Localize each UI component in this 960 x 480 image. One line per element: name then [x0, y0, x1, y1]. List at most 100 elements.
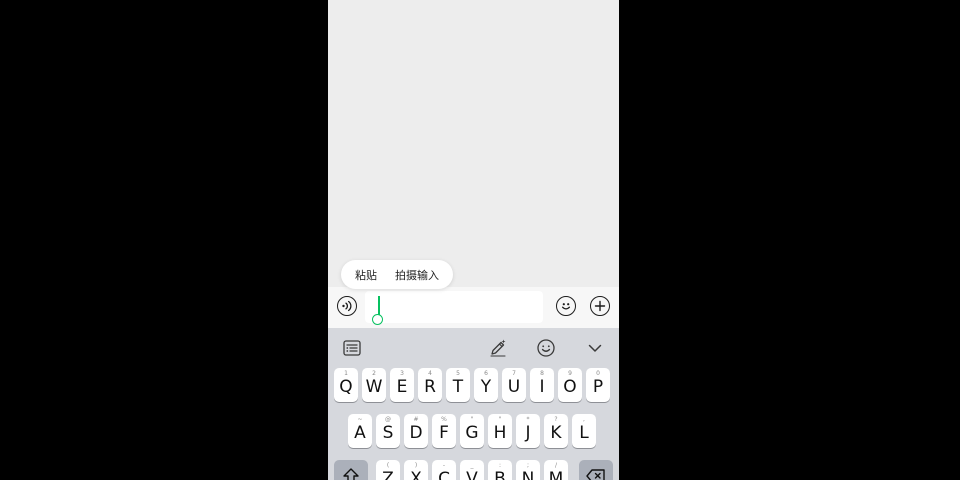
voice-button[interactable] — [337, 296, 357, 316]
key-hint: " — [470, 416, 474, 423]
key-v[interactable]: _ V — [460, 460, 484, 480]
key-d[interactable]: # D — [404, 414, 428, 448]
shift-key[interactable] — [334, 460, 368, 480]
key-letter: E — [396, 377, 408, 397]
backspace-icon — [586, 469, 605, 480]
key-k[interactable]: ? K — [544, 414, 568, 448]
text-cursor — [378, 296, 380, 316]
key-letter: T — [452, 377, 464, 397]
key-hint: - — [442, 462, 446, 469]
key-hint: _ — [470, 462, 474, 469]
key-letter: P — [592, 377, 604, 397]
key-letter: S — [382, 423, 394, 443]
key-hint: 6 — [484, 370, 488, 377]
chat-message-area[interactable] — [328, 0, 619, 287]
key-a[interactable]: ~ A — [348, 414, 372, 448]
key-letter: H — [493, 423, 507, 443]
keyboard-toolbar — [328, 328, 619, 366]
key-hint: 3 — [400, 370, 404, 377]
key-b[interactable]: :B — [488, 460, 512, 480]
key-hint: , — [583, 416, 585, 423]
key-hint: ? — [554, 416, 558, 423]
key-n[interactable]: ; N — [516, 460, 540, 480]
key-r[interactable]: 4R — [418, 368, 442, 402]
key-letter: Y — [480, 377, 492, 397]
key-o[interactable]: 9O — [558, 368, 582, 402]
key-t[interactable]: 5T — [446, 368, 470, 402]
collapse-chevron-icon[interactable] — [585, 338, 605, 358]
key-j[interactable]: * J — [516, 414, 540, 448]
key-row-2: ~ A @ S # D % F " G " H * J ? K ,L — [328, 414, 619, 450]
key-hint: : — [498, 462, 502, 469]
key-m[interactable]: / M — [544, 460, 568, 480]
key-hint: 0 — [596, 370, 600, 377]
key-row-1: 1Q 2W 3E 4R 5T 6Y 7U 8I 9O 0P — [328, 368, 619, 404]
key-letter: J — [525, 423, 531, 443]
key-q[interactable]: 1Q — [334, 368, 358, 402]
key-letter: W — [365, 377, 383, 397]
emoji-icon — [561, 303, 571, 310]
key-g[interactable]: " G — [460, 414, 484, 448]
key-hint: ( — [386, 462, 390, 469]
key-letter: X — [410, 469, 422, 480]
key-hint: / — [554, 462, 558, 469]
key-hint: % — [441, 416, 447, 423]
key-u[interactable]: 7U — [502, 368, 526, 402]
key-x[interactable]: ) X — [404, 460, 428, 480]
emoji-button[interactable] — [556, 296, 576, 316]
key-e[interactable]: 3E — [390, 368, 414, 402]
key-f[interactable]: % F — [432, 414, 456, 448]
handwriting-icon[interactable] — [488, 338, 508, 358]
key-p[interactable]: 0P — [586, 368, 610, 402]
key-letter: I — [539, 377, 545, 397]
key-letter: M — [548, 469, 564, 480]
key-letter: B — [494, 469, 506, 480]
key-hint: 2 — [372, 370, 376, 377]
backspace-key[interactable] — [579, 460, 613, 480]
key-w[interactable]: 2W — [362, 368, 386, 402]
key-h[interactable]: " H — [488, 414, 512, 448]
key-l[interactable]: ,L — [572, 414, 596, 448]
key-z[interactable]: (Z — [376, 460, 400, 480]
key-hint: * — [526, 416, 530, 423]
key-hint: 1 — [344, 370, 348, 377]
keyboard: 1Q 2W 3E 4R 5T 6Y 7U 8I 9O 0P ~ A @ S # D %… — [328, 328, 619, 480]
key-letter: N — [521, 469, 535, 480]
paste-menu-item[interactable]: 粘贴 — [355, 267, 377, 283]
key-letter: Q — [339, 377, 353, 397]
key-y[interactable]: 6Y — [474, 368, 498, 402]
key-letter: L — [579, 423, 589, 443]
key-hint: # — [413, 416, 419, 423]
key-letter: R — [424, 377, 436, 397]
key-letter: D — [409, 423, 423, 443]
key-hint: ~ — [357, 416, 363, 423]
key-row-3: (Z ) X -C _ V :B ; N / M — [328, 460, 619, 480]
key-c[interactable]: -C — [432, 460, 456, 480]
key-hint: " — [498, 416, 502, 423]
text-list-icon[interactable] — [342, 338, 362, 358]
key-letter: U — [507, 377, 521, 397]
key-i[interactable]: 8I — [530, 368, 554, 402]
emoji-smile-icon[interactable] — [536, 338, 556, 358]
key-hint: 5 — [456, 370, 460, 377]
key-hint: ; — [526, 462, 530, 469]
chat-input-bar — [328, 287, 619, 328]
key-hint: 8 — [540, 370, 544, 377]
more-button[interactable] — [590, 296, 610, 316]
key-letter: A — [354, 423, 366, 443]
key-letter: V — [466, 469, 478, 480]
photo-input-menu-item[interactable]: 拍摄输入 — [395, 267, 439, 283]
plus-icon — [594, 300, 606, 312]
key-hint: @ — [385, 416, 391, 423]
key-s[interactable]: @ S — [376, 414, 400, 448]
key-letter: G — [465, 423, 479, 443]
key-letter: C — [438, 469, 450, 480]
phone-screen: 粘贴 拍摄输入 1 Q 2 W 3 E 4 R 5 T 6 Y 7 U 8 I … — [328, 0, 619, 480]
key-hint: ) — [414, 462, 418, 469]
key-letter: Z — [382, 469, 394, 480]
message-input[interactable] — [365, 291, 543, 325]
cursor-handle[interactable] — [372, 314, 383, 325]
key-hint: 7 — [512, 370, 516, 377]
shift-icon — [343, 468, 359, 480]
key-letter: F — [439, 423, 449, 443]
